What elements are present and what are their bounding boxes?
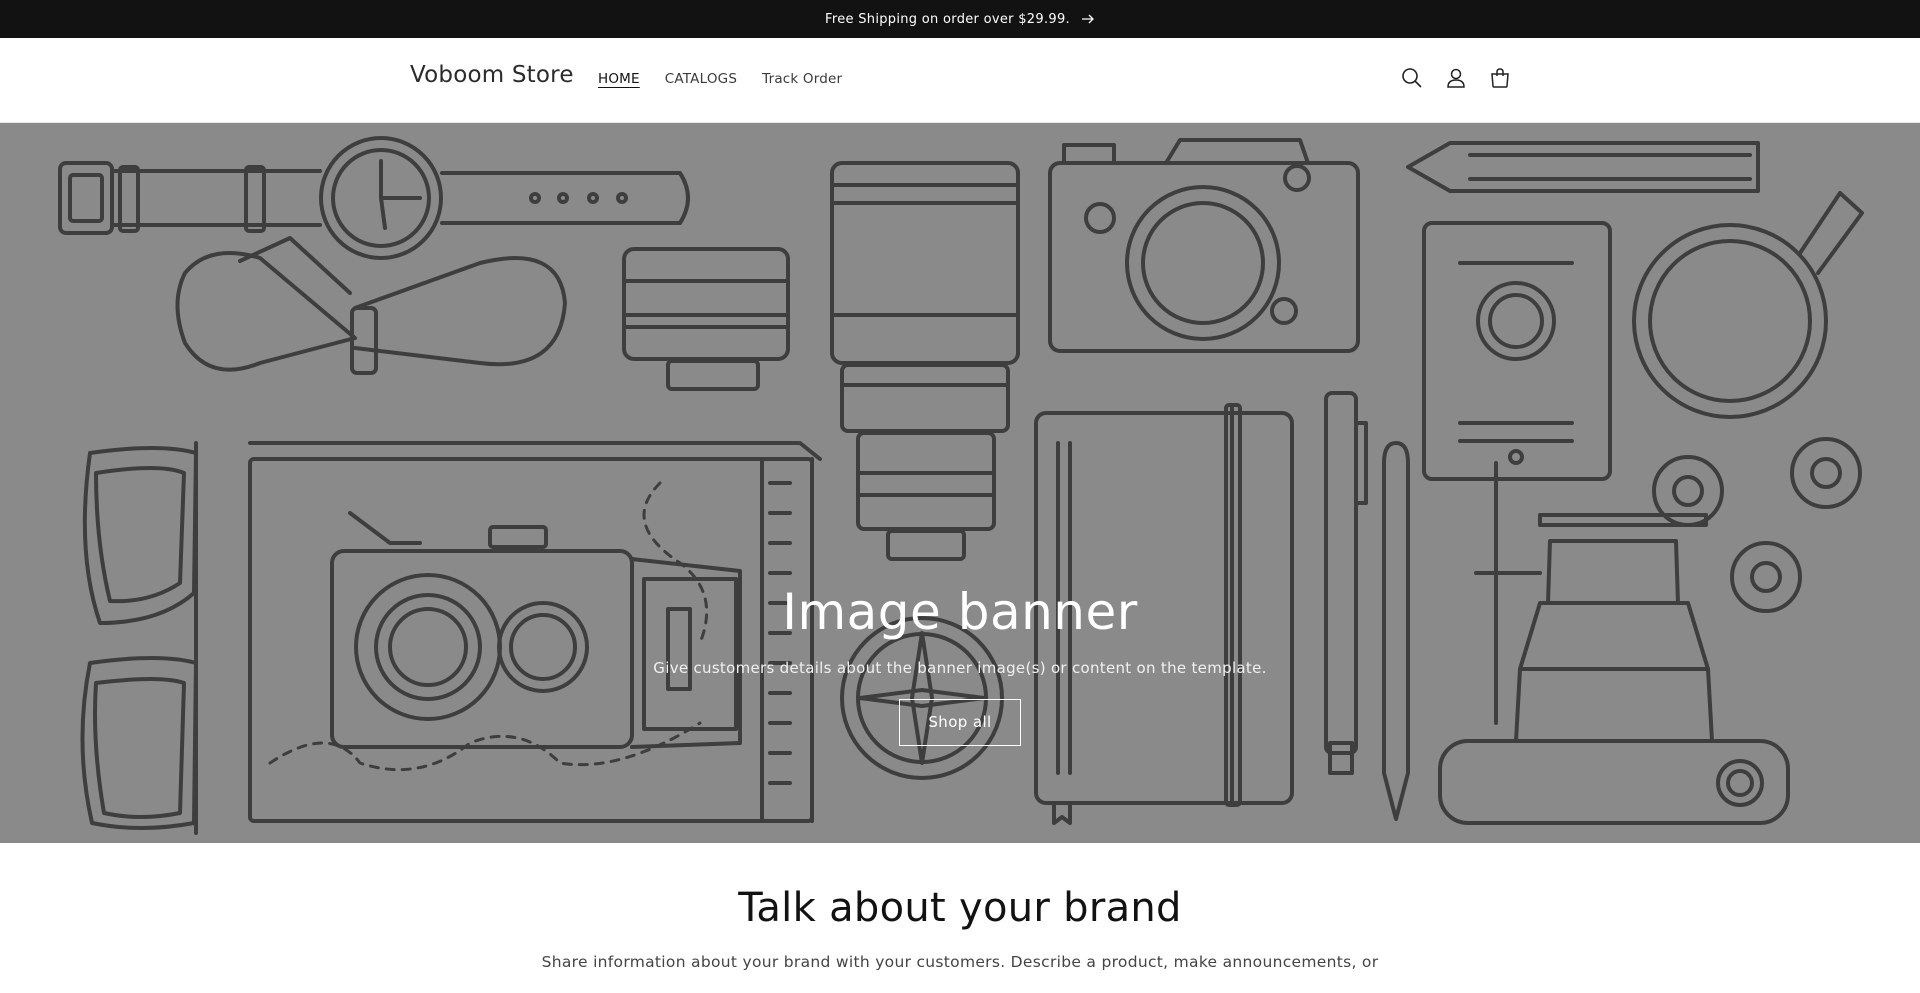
brand-description: Share information about your brand with … xyxy=(541,953,1379,971)
search-icon[interactable] xyxy=(1398,64,1426,92)
main-nav: HOME CATALOGS Track Order xyxy=(598,71,867,87)
cart-icon[interactable] xyxy=(1486,64,1514,92)
nav-track-order[interactable]: Track Order xyxy=(762,71,842,87)
brand-title: Talk about your brand xyxy=(738,885,1182,931)
arrow-right-icon[interactable] xyxy=(1081,14,1095,24)
banner-description: Give customers details about the banner … xyxy=(653,659,1267,677)
shop-all-button[interactable]: Shop all xyxy=(899,699,1021,746)
banner-title: Image banner xyxy=(782,583,1138,641)
nav-home[interactable]: HOME xyxy=(598,71,640,87)
brand-section: Talk about your brand Share information … xyxy=(0,843,1920,993)
account-icon[interactable] xyxy=(1442,64,1470,92)
announcement-text[interactable]: Free Shipping on order over $29.99. xyxy=(825,12,1070,27)
image-banner: Image banner Give customers details abou… xyxy=(0,123,1920,843)
nav-catalogs[interactable]: CATALOGS xyxy=(665,71,737,87)
announcement-bar[interactable]: Free Shipping on order over $29.99. xyxy=(0,0,1920,38)
site-header: Voboom Store HOME CATALOGS Track Order xyxy=(0,38,1920,123)
store-logo[interactable]: Voboom Store xyxy=(410,62,574,88)
banner-content: Image banner Give customers details abou… xyxy=(0,583,1920,746)
